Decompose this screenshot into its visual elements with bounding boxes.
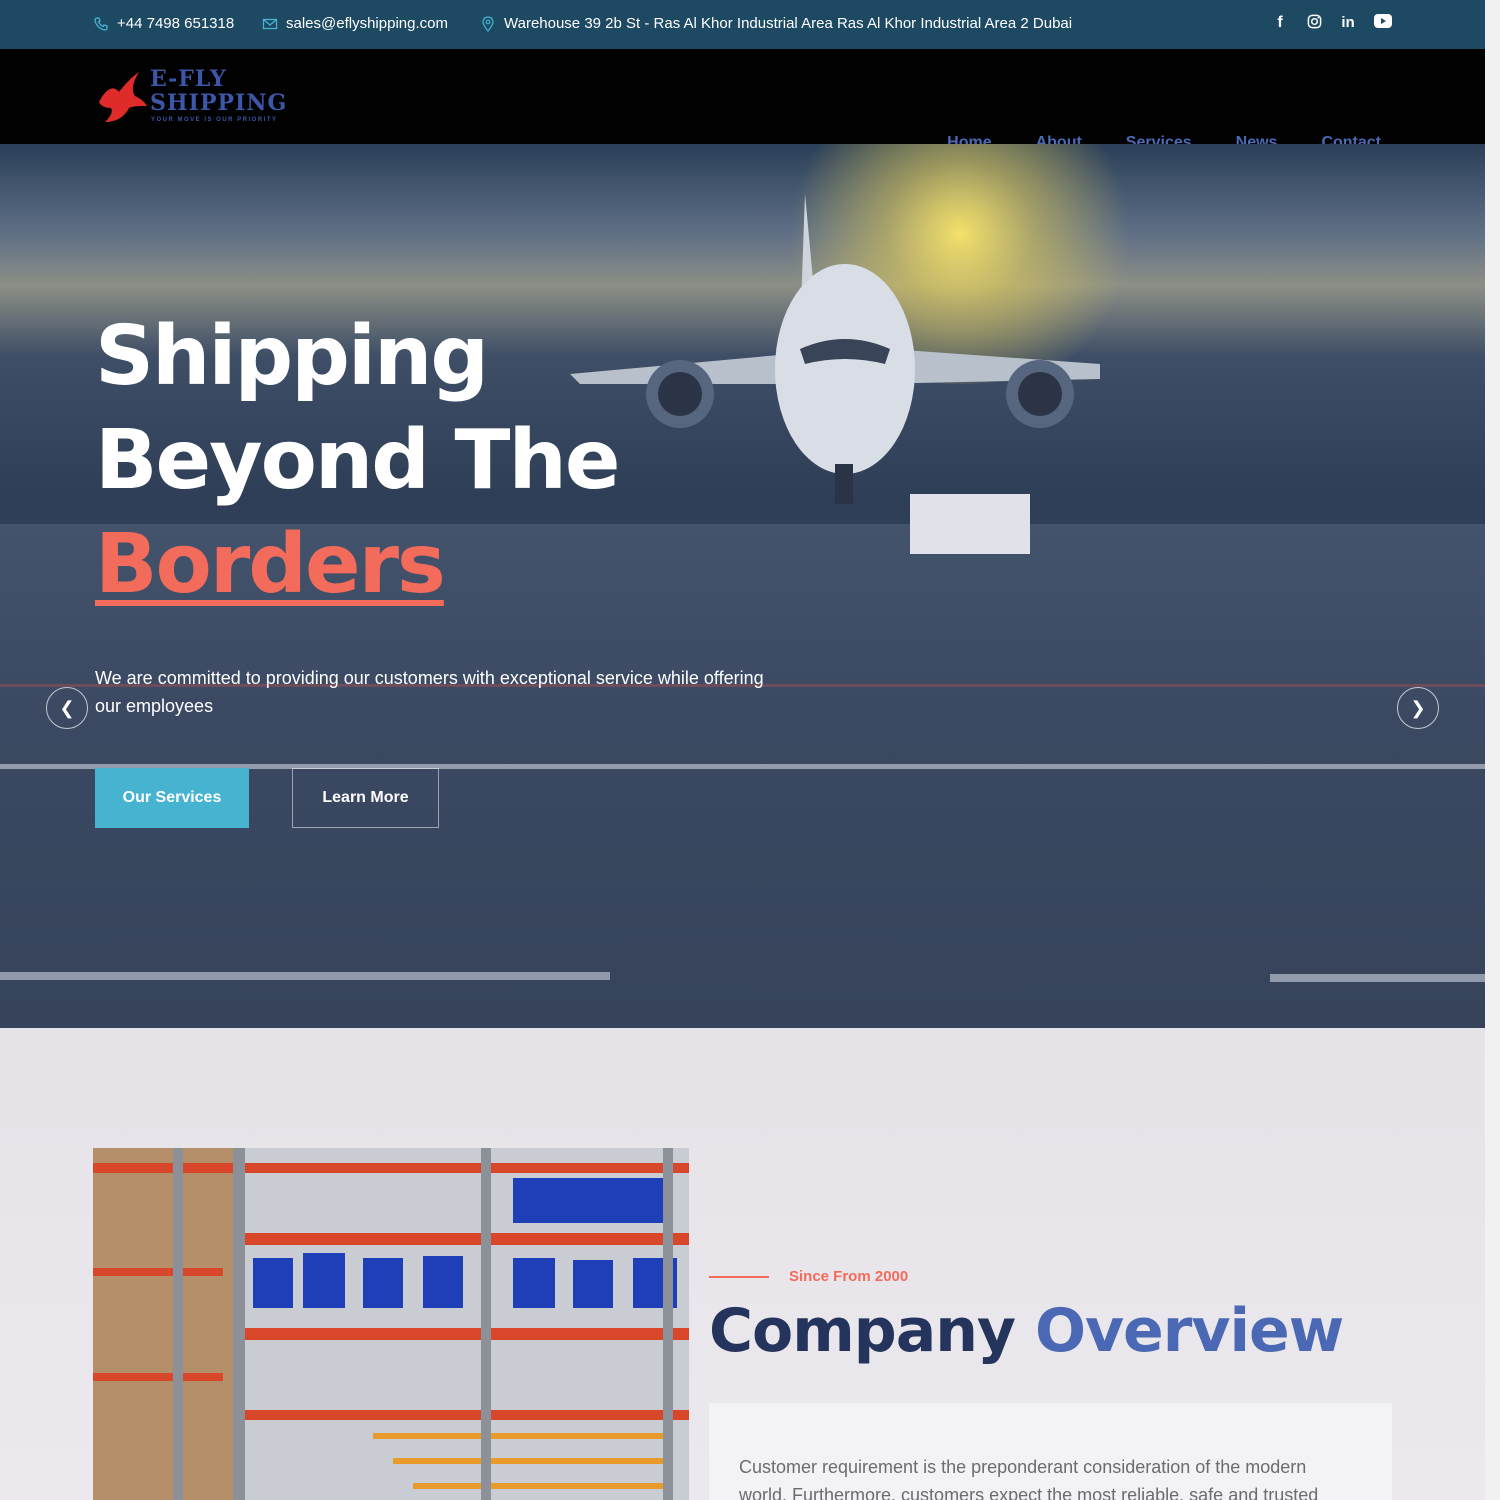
facebook-icon[interactable]: f <box>1272 14 1288 32</box>
hero-title-highlight: Borders <box>95 517 446 612</box>
section-title-part1: Company <box>709 1296 1016 1366</box>
youtube-icon[interactable] <box>1374 14 1392 32</box>
scrollbar-track[interactable] <box>1485 0 1500 1500</box>
warehouse-image <box>93 1148 689 1500</box>
email-info[interactable]: sales@eflyshipping.com <box>262 15 448 32</box>
airplane-image <box>570 194 1100 554</box>
overview-card: Customer requirement is the preponderant… <box>709 1403 1392 1500</box>
section-title-part2: Overview <box>1034 1296 1344 1366</box>
brand-name-line2: SHIPPING <box>150 90 288 116</box>
brand-tagline: YOUR MOVE IS OUR PRIORITY <box>151 117 278 123</box>
section-kicker: Since From 2000 <box>789 1268 909 1285</box>
brand-name-line1: E-FLY <box>150 66 227 92</box>
prev-slide-button[interactable]: ❮ <box>46 687 88 729</box>
social-links: f in <box>1272 14 1392 32</box>
hero-title-line1: Shipping <box>95 309 489 404</box>
map-pin-icon <box>482 15 494 32</box>
our-services-button[interactable]: Our Services <box>95 768 249 828</box>
instagram-icon[interactable] <box>1306 14 1322 32</box>
overview-body: Customer requirement is the preponderant… <box>739 1457 1319 1500</box>
top-info-bar: +44 7498 651318 sales@eflyshipping.com W… <box>0 0 1500 49</box>
next-slide-button[interactable]: ❯ <box>1397 687 1439 729</box>
runway-line <box>0 972 610 980</box>
linkedin-icon[interactable]: in <box>1340 14 1356 32</box>
hero-description: We are committed to providing our custom… <box>95 668 764 716</box>
section-title: Company Overview <box>709 1296 1344 1366</box>
learn-more-button[interactable]: Learn More <box>292 768 439 828</box>
runway-line <box>1270 974 1485 982</box>
phone-number: +44 7498 651318 <box>117 15 235 32</box>
email-address: sales@eflyshipping.com <box>286 15 448 32</box>
hero-title-line2: Beyond The <box>95 413 620 508</box>
envelope-icon <box>262 18 278 29</box>
phone-icon <box>94 16 108 31</box>
address-text: Warehouse 39 2b St - Ras Al Khor Industr… <box>504 15 1073 32</box>
kicker-divider <box>709 1276 769 1278</box>
phone-info[interactable]: +44 7498 651318 <box>93 15 234 32</box>
address-info: Warehouse 39 2b St - Ras Al Khor Industr… <box>480 15 1072 32</box>
